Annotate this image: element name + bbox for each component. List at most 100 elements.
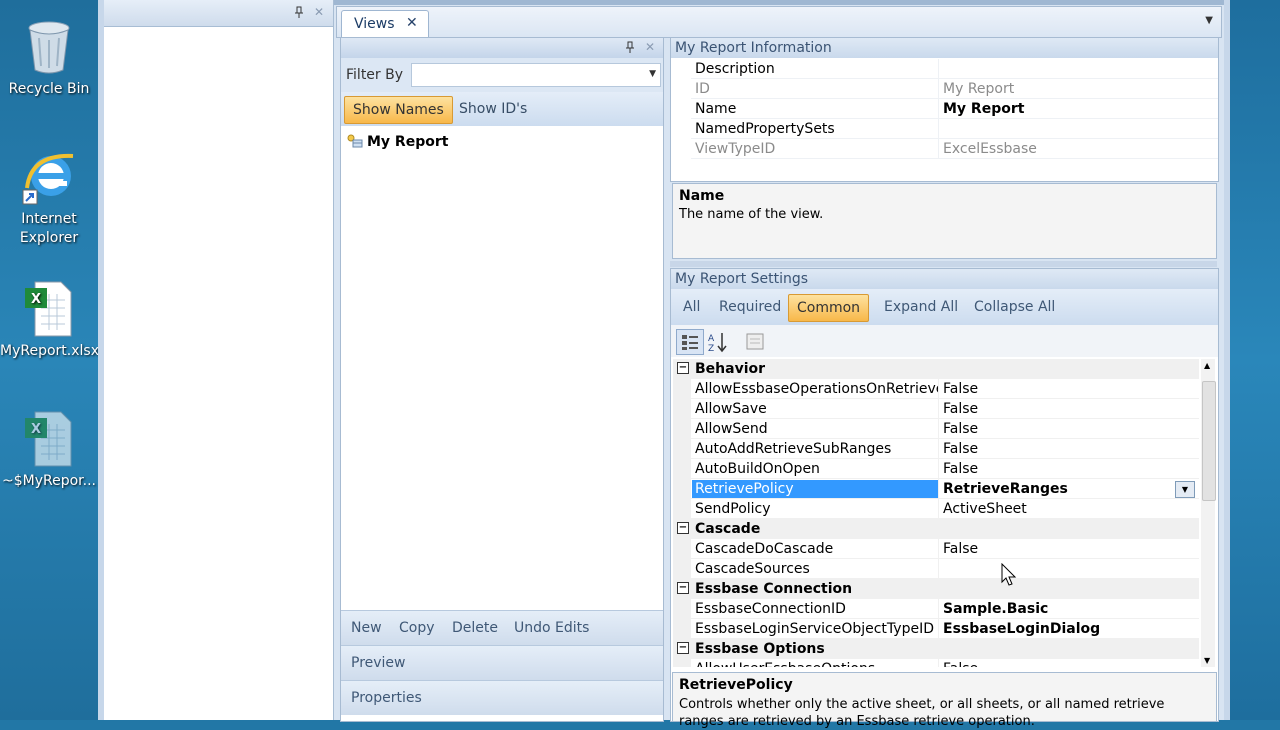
filter-tab-common[interactable]: Common (788, 294, 870, 322)
property-row[interactable]: AutoBuildOnOpen False (673, 459, 1199, 479)
scroll-up-icon[interactable]: ▲ (1204, 361, 1210, 370)
desktop-icon-myreport[interactable]: X MyReport.xlsx (0, 280, 99, 361)
property-row[interactable]: AllowSave False (673, 399, 1199, 419)
close-icon[interactable]: ✕ (406, 15, 418, 31)
property-value[interactable]: False (943, 661, 978, 667)
category-row[interactable]: − Behavior (673, 359, 1199, 379)
desktop-icon-internet-explorer[interactable]: Internet Explorer (0, 148, 98, 248)
undo-edits-button[interactable]: Undo Edits (514, 620, 589, 636)
scroll-thumb[interactable] (1202, 381, 1216, 501)
properties-section-bar[interactable]: Properties (341, 680, 663, 715)
category-name: Behavior (695, 361, 766, 377)
delete-button[interactable]: Delete (452, 620, 498, 636)
collapse-icon[interactable]: − (677, 582, 689, 594)
sort-alphabetical-icon[interactable]: AZ (704, 329, 732, 355)
filter-tab-all[interactable]: All (675, 294, 708, 320)
property-row[interactable]: AllowSend False (673, 419, 1199, 439)
property-row[interactable]: AllowEssbaseOperationsOnRetrieveRangesFa… (673, 379, 1199, 399)
scroll-down-icon[interactable]: ▼ (1204, 656, 1210, 665)
desktop: Recycle Bin Internet Explorer X MyReport… (0, 0, 100, 720)
copy-button[interactable]: Copy (399, 620, 435, 636)
desktop-icon-temp-report[interactable]: X ~$MyRepor... (0, 410, 98, 491)
report-settings-title: My Report Settings (671, 269, 1218, 289)
property-value[interactable]: False (943, 381, 978, 397)
internet-explorer-icon (21, 148, 77, 206)
column-divider (938, 479, 939, 499)
info-row[interactable]: ViewTypeID ExcelEssbase (671, 139, 1218, 159)
report-info-description: Name The name of the view. (672, 183, 1217, 259)
property-row[interactable]: CascadeSources (673, 559, 1199, 579)
chevron-down-icon[interactable]: ▼ (1205, 15, 1213, 26)
info-row[interactable]: NamedPropertySets (671, 119, 1218, 139)
column-divider (938, 599, 939, 619)
column-divider (938, 59, 939, 79)
document-tab-strip: Views ✕ ▼ (336, 6, 1222, 38)
property-name: CascadeSources (695, 561, 810, 577)
info-row[interactable]: Description (671, 59, 1218, 79)
filter-dropdown[interactable]: ▼ (411, 63, 661, 87)
tree-item-my-report[interactable]: My Report (347, 134, 448, 150)
property-name: CascadeDoCascade (695, 541, 834, 557)
property-value[interactable]: EssbaseLoginDialog (943, 621, 1100, 637)
desktop-icon-label-line1: Internet (21, 211, 77, 227)
property-row[interactable]: EssbaseConnectionID Sample.Basic (673, 599, 1199, 619)
property-value[interactable]: False (943, 441, 978, 457)
property-pages-icon[interactable] (741, 329, 769, 355)
column-divider (938, 379, 939, 399)
property-name: RetrievePolicy (692, 480, 938, 498)
property-row[interactable]: RetrievePolicy RetrieveRanges ▼ (673, 479, 1199, 499)
pin-icon[interactable] (294, 6, 304, 21)
desktop-icon-recycle-bin[interactable]: Recycle Bin (0, 18, 98, 99)
views-action-bar: New Copy Delete Undo Edits (341, 610, 663, 645)
preview-section-bar[interactable]: Preview (341, 645, 663, 680)
property-value[interactable]: ActiveSheet (943, 501, 1027, 517)
description-text: Controls whether only the active sheet, … (679, 697, 1165, 729)
tab-views[interactable]: Views ✕ (341, 10, 429, 38)
info-row[interactable]: Name My Report (671, 99, 1218, 119)
collapse-icon[interactable]: − (677, 522, 689, 534)
vertical-scrollbar[interactable]: ▲ ▼ (1201, 359, 1216, 667)
close-icon[interactable]: ✕ (314, 5, 324, 19)
property-value[interactable]: False (943, 541, 978, 557)
property-row[interactable]: CascadeDoCascade False (673, 539, 1199, 559)
desktop-right-edge (1228, 0, 1280, 720)
property-row[interactable]: SendPolicy ActiveSheet (673, 499, 1199, 519)
collapse-icon[interactable]: − (677, 362, 689, 374)
close-icon[interactable]: ✕ (645, 40, 655, 54)
pin-icon[interactable] (625, 41, 635, 56)
row-gutter (673, 599, 691, 619)
chevron-down-icon: ▼ (649, 69, 656, 79)
categorized-view-icon[interactable] (676, 329, 704, 355)
show-names-button[interactable]: Show Names (344, 96, 453, 124)
collapse-icon[interactable]: − (677, 642, 689, 654)
info-row[interactable]: ID My Report (671, 79, 1218, 99)
svg-text:Z: Z (708, 344, 714, 354)
category-row[interactable]: − Essbase Options (673, 639, 1199, 659)
show-ids-button[interactable]: Show ID's (451, 96, 535, 122)
property-value[interactable]: Sample.Basic (943, 601, 1048, 617)
property-row[interactable]: AutoAddRetrieveSubRanges False (673, 439, 1199, 459)
row-gutter (673, 379, 691, 399)
new-button[interactable]: New (351, 620, 382, 636)
property-row[interactable]: AllowUserEssbaseOptions False (673, 659, 1199, 667)
column-divider (938, 419, 939, 439)
name-id-toggle: Show Names Show ID's (341, 92, 663, 126)
category-row[interactable]: − Cascade (673, 519, 1199, 539)
column-divider (938, 139, 939, 159)
value-dropdown-button[interactable]: ▼ (1175, 481, 1195, 498)
property-value[interactable]: RetrieveRanges (943, 481, 1068, 497)
property-row[interactable]: EssbaseLoginServiceObjectTypeID EssbaseLo… (673, 619, 1199, 639)
property-name: AllowEssbaseOperationsOnRetrieveRanges (695, 381, 939, 397)
category-row[interactable]: − Essbase Connection (673, 579, 1199, 599)
description-title: RetrievePolicy (679, 677, 793, 693)
collapse-all-button[interactable]: Collapse All (966, 294, 1063, 320)
column-divider (938, 399, 939, 419)
property-value[interactable]: False (943, 461, 978, 477)
expand-all-button[interactable]: Expand All (876, 294, 966, 320)
property-value[interactable]: False (943, 421, 978, 437)
property-value[interactable]: False (943, 401, 978, 417)
svg-text:A: A (708, 334, 715, 344)
horizontal-splitter[interactable] (670, 261, 1217, 267)
filter-tab-required[interactable]: Required (711, 294, 789, 320)
recycle-bin-icon (21, 18, 77, 76)
